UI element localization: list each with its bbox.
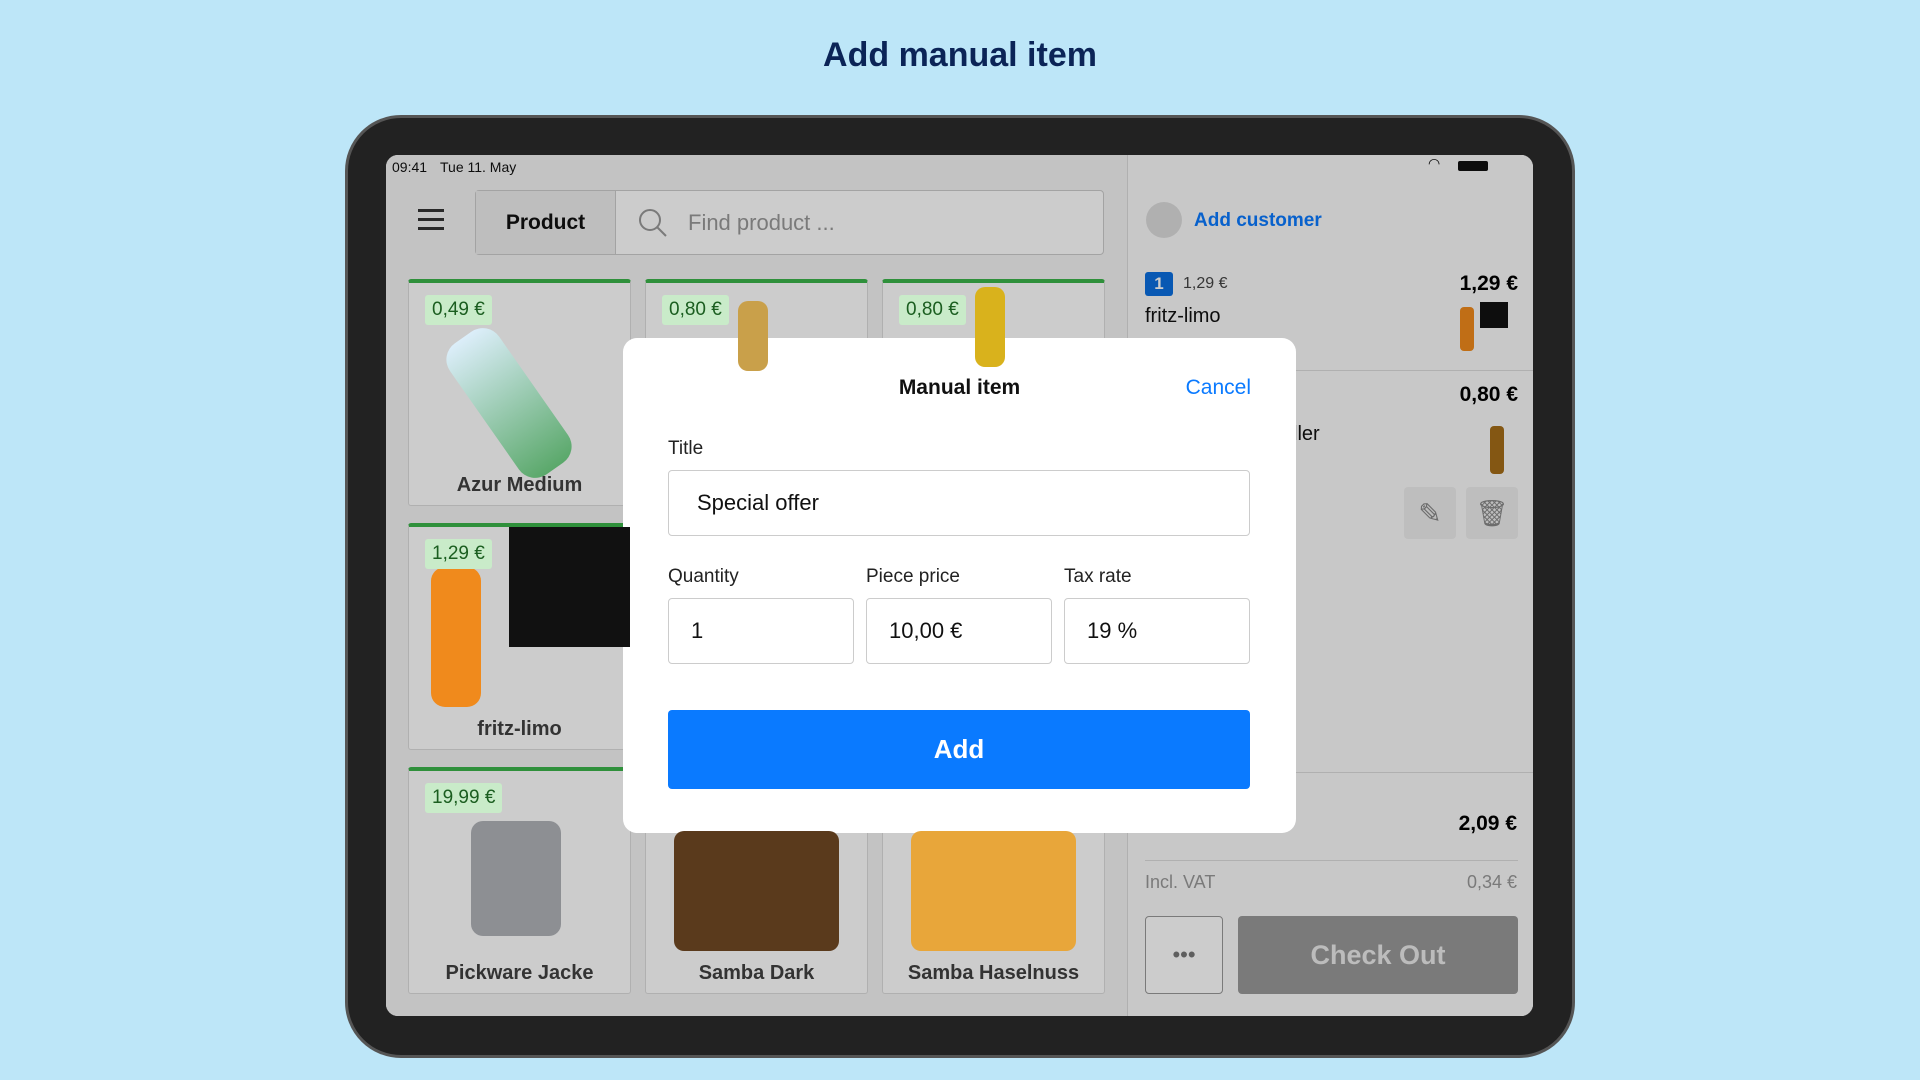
fritz-kola-logo — [509, 527, 630, 647]
product-name: Samba Haselnuss — [907, 962, 1080, 984]
product-image — [911, 831, 1076, 951]
product-name: Azur Medium — [456, 474, 583, 496]
price-tag: 0,49 € — [425, 295, 492, 325]
quantity-label: Quantity — [668, 566, 739, 587]
product-name: Samba Dark — [698, 962, 815, 984]
product-image — [738, 301, 768, 371]
piece-price-label: Piece price — [866, 566, 960, 587]
product-name: fritz-limo — [477, 718, 562, 740]
tablet-screen: 09:41 Tue 11. May Product Find product .… — [386, 155, 1533, 1016]
product-image — [674, 831, 839, 951]
manual-item-dialog: Manual item Cancel Title Special offer Q… — [623, 338, 1296, 833]
tax-rate-label: Tax rate — [1064, 566, 1132, 587]
piece-price-input[interactable]: 10,00 € — [866, 598, 1052, 664]
quantity-input[interactable]: 1 — [668, 598, 854, 664]
cancel-button[interactable]: Cancel — [1186, 376, 1251, 400]
title-input[interactable]: Special offer — [668, 470, 1250, 536]
product-image — [975, 287, 1005, 367]
price-tag: 0,80 € — [662, 295, 729, 325]
page-title: Add manual item — [823, 36, 1097, 74]
price-tag: 0,80 € — [899, 295, 966, 325]
add-button[interactable]: Add — [668, 710, 1250, 789]
product-image — [471, 821, 561, 936]
title-label: Title — [668, 438, 704, 459]
tax-rate-input[interactable]: 19 % — [1064, 598, 1250, 664]
product-name: Pickware Jacke — [445, 962, 594, 984]
price-tag: 1,29 € — [425, 539, 492, 569]
price-tag: 19,99 € — [425, 783, 503, 813]
product-image — [431, 567, 481, 707]
